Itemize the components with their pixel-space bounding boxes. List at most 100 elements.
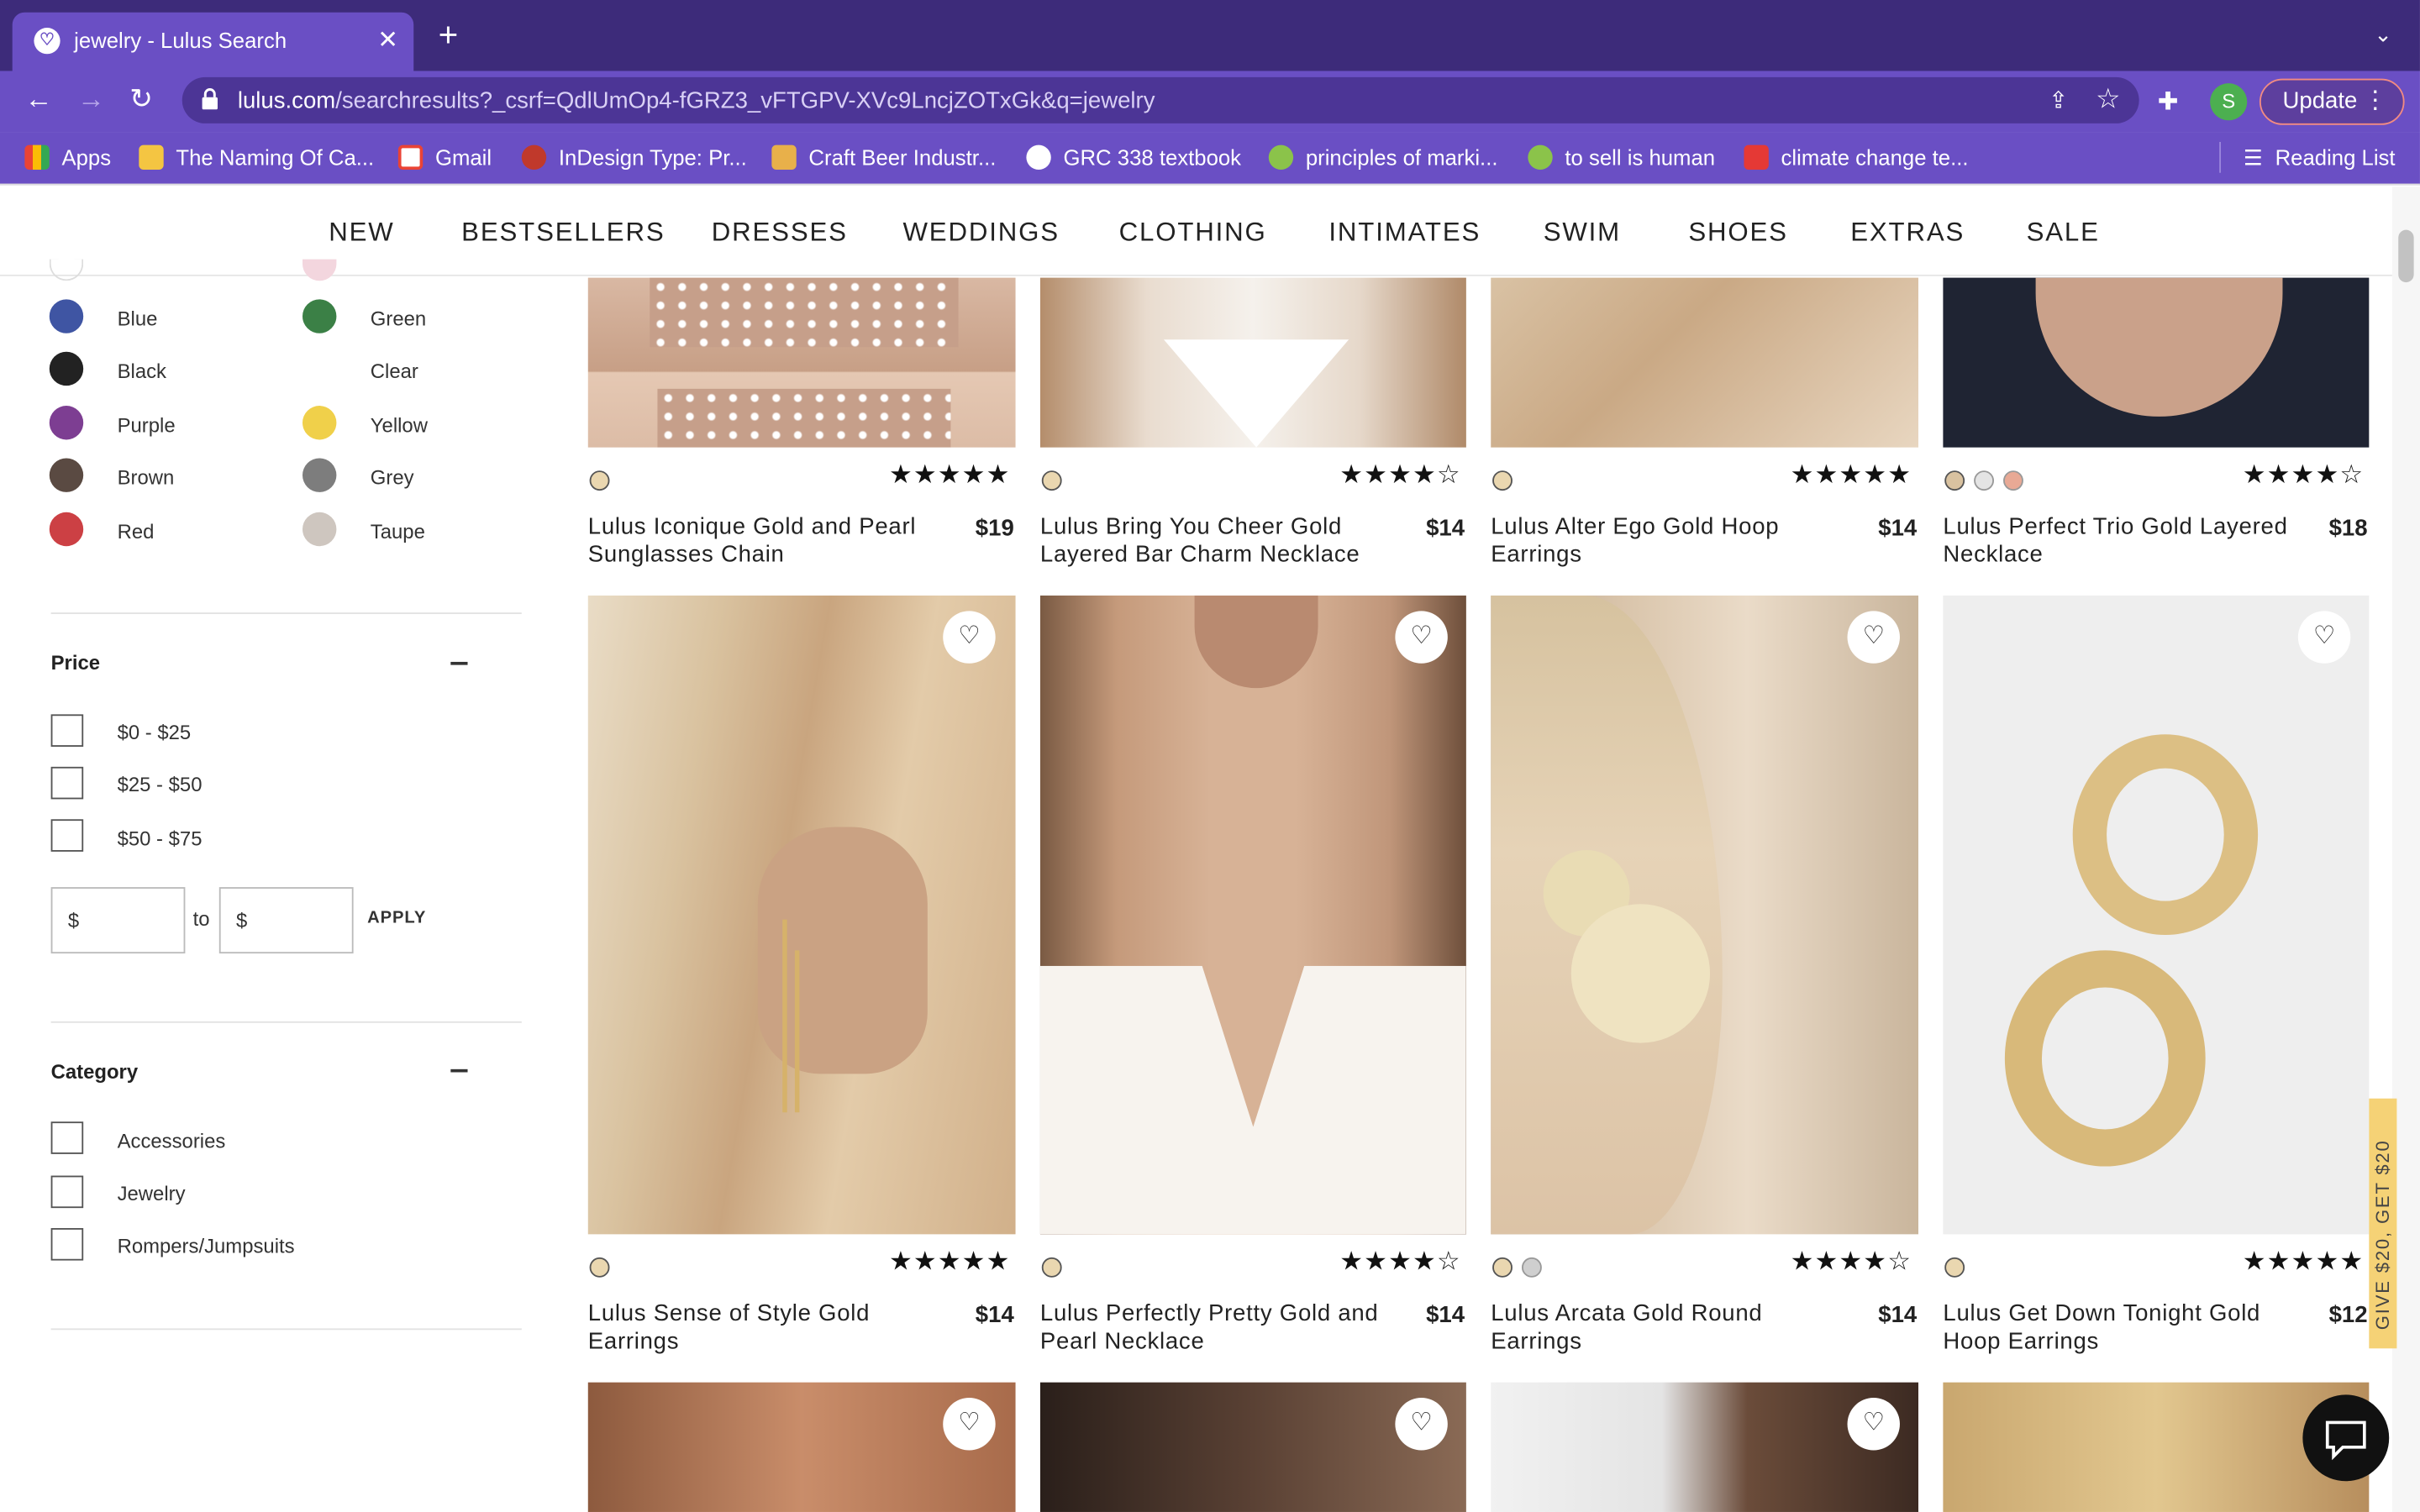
color-swatch-blue[interactable] bbox=[49, 299, 84, 333]
tab-search-chevron-icon[interactable]: ⌄ bbox=[2374, 22, 2392, 48]
bookmark-climate-change[interactable]: climate change te... bbox=[1744, 144, 1969, 171]
color-dot[interactable] bbox=[1944, 470, 1965, 491]
color-swatch-partial[interactable] bbox=[49, 259, 84, 281]
price-min-input[interactable]: $ bbox=[50, 887, 186, 954]
wishlist-heart-icon[interactable]: ♡ bbox=[2297, 611, 2351, 664]
color-swatch-red[interactable] bbox=[49, 512, 84, 547]
color-swatch-taupe[interactable] bbox=[302, 512, 337, 547]
color-swatch-brown[interactable] bbox=[49, 458, 84, 492]
nav-sale[interactable]: SALE bbox=[2027, 218, 2100, 249]
product-image[interactable]: ♡ bbox=[1039, 595, 1466, 1235]
forward-arrow-icon[interactable]: → bbox=[77, 83, 105, 116]
browser-tab[interactable]: ♡ jewelry - Lulus Search ✕ bbox=[12, 12, 414, 71]
product-image[interactable]: ♡ bbox=[1039, 1382, 1466, 1512]
price-max-input[interactable]: $ bbox=[218, 887, 354, 954]
price-checkbox-0-25[interactable] bbox=[50, 714, 84, 747]
bookmark-indesign-type[interactable]: InDesign Type: Pr... bbox=[521, 144, 747, 171]
price-filter-heading[interactable]: Price bbox=[51, 651, 100, 675]
price-checkbox-50-75[interactable] bbox=[50, 819, 84, 852]
back-arrow-icon[interactable]: ← bbox=[24, 83, 52, 116]
product-name[interactable]: Lulus Bring You Cheer Gold Layered Bar C… bbox=[1040, 514, 1395, 570]
product-image[interactable]: ♡ bbox=[587, 1382, 1016, 1512]
share-icon[interactable]: ⇪ bbox=[2049, 87, 2068, 114]
product-image[interactable]: ♡ bbox=[1943, 595, 2370, 1235]
product-image[interactable]: ♡ bbox=[1491, 1382, 1919, 1512]
wishlist-heart-icon[interactable]: ♡ bbox=[1395, 1398, 1448, 1451]
color-dot[interactable] bbox=[1492, 470, 1512, 491]
product-image[interactable] bbox=[1943, 277, 2370, 448]
product-name[interactable]: Lulus Perfect Trio Gold Layered Necklace bbox=[1943, 514, 2297, 570]
reading-list[interactable]: ☰ Reading List bbox=[2244, 145, 2396, 171]
product-image[interactable]: ♡ bbox=[587, 595, 1016, 1235]
category-filter-heading[interactable]: Category bbox=[51, 1060, 139, 1084]
color-swatch-grey[interactable] bbox=[302, 458, 337, 492]
product-name[interactable]: Lulus Iconique Gold and Pearl Sunglasses… bbox=[588, 514, 943, 570]
extensions-puzzle-icon[interactable]: ✚ bbox=[2158, 87, 2179, 118]
color-swatch-green[interactable] bbox=[302, 299, 337, 333]
product-image[interactable] bbox=[1491, 277, 1919, 448]
nav-clothing[interactable]: CLOTHING bbox=[1119, 218, 1267, 249]
nav-dresses[interactable]: DRESSES bbox=[712, 218, 848, 249]
nav-extras[interactable]: EXTRAS bbox=[1850, 218, 1965, 249]
nav-swim[interactable]: SWIM bbox=[1544, 218, 1621, 249]
product-name[interactable]: Lulus Alter Ego Gold Hoop Earrings bbox=[1491, 514, 1845, 570]
product-name[interactable]: Lulus Arcata Gold Round Earrings bbox=[1491, 1300, 1845, 1356]
color-dot[interactable] bbox=[1492, 1257, 1512, 1278]
new-tab-icon[interactable]: + bbox=[439, 18, 459, 52]
color-swatch-purple[interactable] bbox=[49, 406, 84, 440]
nav-weddings[interactable]: WEDDINGS bbox=[902, 218, 1059, 249]
bookmark-to-sell-is-human[interactable]: to sell is human bbox=[1528, 144, 1715, 171]
nav-new[interactable]: NEW bbox=[329, 218, 394, 249]
close-tab-icon[interactable]: ✕ bbox=[377, 24, 398, 55]
bookmark-craft-beer[interactable]: Craft Beer Industr... bbox=[771, 144, 996, 171]
color-dot[interactable] bbox=[589, 470, 610, 491]
bookmark-naming-of-cats[interactable]: The Naming Of Ca... bbox=[139, 144, 374, 171]
wishlist-heart-icon[interactable]: ♡ bbox=[1847, 611, 1900, 664]
wishlist-heart-icon[interactable]: ♡ bbox=[943, 1398, 996, 1451]
bookmark-grc-338[interactable]: GRC 338 textbook bbox=[1026, 144, 1241, 171]
product-name[interactable]: Lulus Sense of Style Gold Earrings bbox=[588, 1300, 943, 1356]
more-menu-icon[interactable]: ⋮ bbox=[2363, 81, 2387, 123]
price-checkbox-25-50[interactable] bbox=[50, 766, 84, 800]
nav-shoes[interactable]: SHOES bbox=[1688, 218, 1788, 249]
wishlist-heart-icon[interactable]: ♡ bbox=[1395, 611, 1448, 664]
color-dot[interactable] bbox=[1521, 1257, 1542, 1278]
product-image[interactable] bbox=[1039, 277, 1466, 448]
referral-promo-tab[interactable]: GIVE $20, GET $20 bbox=[2369, 1098, 2397, 1349]
address-bar[interactable]: lulus.com/searchresults?_csrf=QdlUmOp4-f… bbox=[182, 76, 2139, 123]
color-swatch-clear[interactable] bbox=[302, 351, 337, 386]
collapse-price-minus-icon[interactable] bbox=[450, 661, 468, 665]
color-dot[interactable] bbox=[1041, 470, 1062, 491]
bookmark-gmail[interactable]: Gmail bbox=[397, 144, 492, 171]
color-dot[interactable] bbox=[2003, 470, 2023, 491]
color-dot[interactable] bbox=[589, 1257, 610, 1278]
product-name[interactable]: Lulus Get Down Tonight Gold Hoop Earring… bbox=[1943, 1300, 2297, 1356]
chat-button[interactable] bbox=[2302, 1394, 2390, 1482]
bookmark-apps[interactable]: Apps bbox=[24, 144, 111, 171]
color-dot[interactable] bbox=[1944, 1257, 1965, 1278]
category-checkbox-jewelry[interactable] bbox=[50, 1175, 84, 1209]
update-button[interactable]: Update ⋮ bbox=[2259, 78, 2405, 125]
nav-bestsellers[interactable]: BESTSELLERS bbox=[461, 218, 665, 249]
product-photo-shape bbox=[1039, 965, 1466, 1235]
bookmark-principles-of-marketing[interactable]: principles of marki... bbox=[1268, 144, 1497, 171]
nav-intimates[interactable]: INTIMATES bbox=[1328, 218, 1481, 249]
color-swatch-partial[interactable] bbox=[302, 259, 337, 281]
bookmark-star-icon[interactable]: ☆ bbox=[2096, 83, 2121, 116]
category-checkbox-accessories[interactable] bbox=[50, 1121, 84, 1154]
collapse-category-minus-icon[interactable] bbox=[450, 1068, 468, 1073]
color-swatch-yellow[interactable] bbox=[302, 406, 337, 440]
product-name[interactable]: Lulus Perfectly Pretty Gold and Pearl Ne… bbox=[1040, 1300, 1395, 1356]
category-checkbox-rompers[interactable] bbox=[50, 1228, 84, 1261]
color-dot[interactable] bbox=[1041, 1257, 1062, 1278]
apply-price-button[interactable]: APPLY bbox=[367, 909, 426, 927]
color-dot[interactable] bbox=[1974, 470, 1995, 491]
product-image[interactable] bbox=[587, 277, 1016, 448]
wishlist-heart-icon[interactable]: ♡ bbox=[1847, 1398, 1900, 1451]
reload-icon[interactable]: ↻ bbox=[129, 83, 153, 116]
scrollbar-thumb[interactable] bbox=[2398, 229, 2414, 283]
wishlist-heart-icon[interactable]: ♡ bbox=[943, 611, 996, 664]
color-swatch-black[interactable] bbox=[49, 351, 84, 386]
profile-avatar[interactable]: S bbox=[2210, 83, 2248, 121]
product-image[interactable]: ♡ bbox=[1491, 595, 1919, 1235]
